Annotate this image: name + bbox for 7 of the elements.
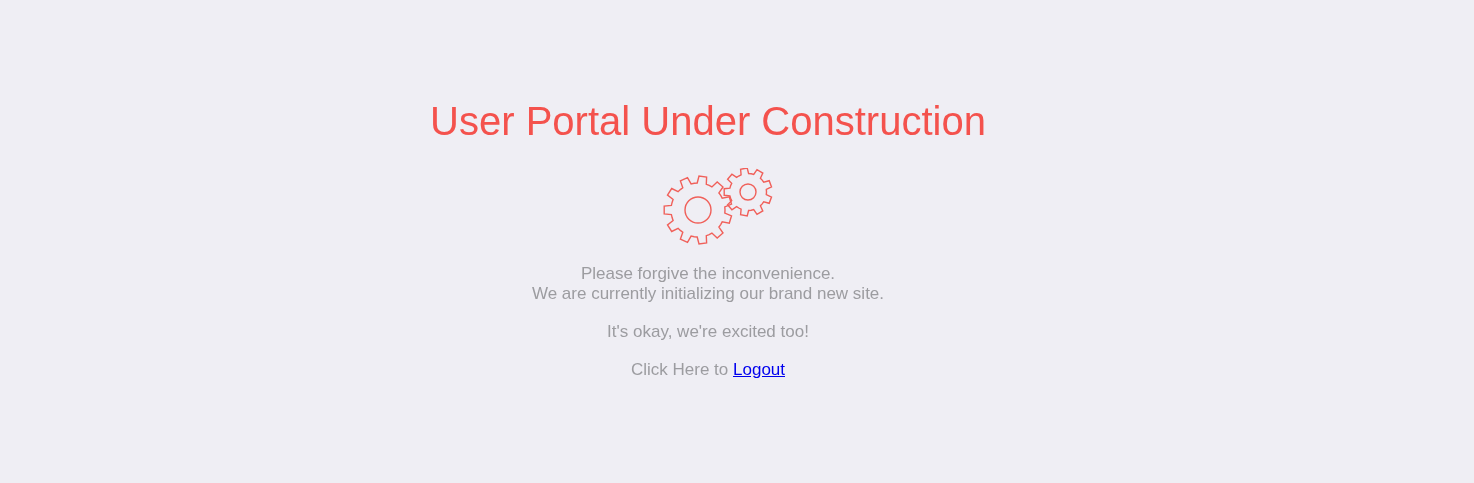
logout-prompt: Click Here to — [630, 360, 729, 379]
gears-icon — [662, 168, 774, 246]
message-text: Please forgive the inconvenience. — [580, 264, 836, 284]
message-text: We are currently initializing our brand new site. — [531, 284, 885, 304]
logout-link[interactable]: Logout — [733, 360, 785, 379]
page-title: User Portal Under Construction — [430, 98, 986, 145]
excited-text: It's okay, we're excited too! — [607, 322, 809, 342]
